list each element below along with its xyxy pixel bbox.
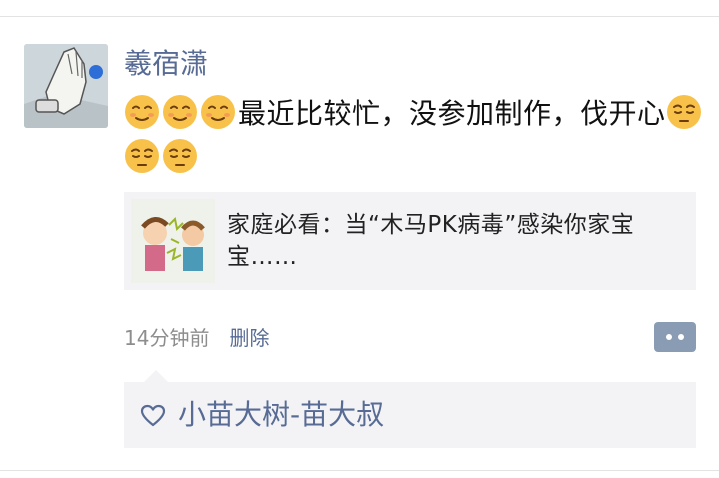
post-meta: 14分钟前 删除 — [124, 322, 269, 354]
shared-link-thumbnail — [131, 199, 215, 283]
bottom-divider — [0, 470, 719, 471]
comment-like-menu-button[interactable] — [654, 322, 696, 352]
pensive-face-icon — [666, 95, 701, 129]
shared-link-card[interactable]: 家庭必看：当“木马PK病毒”感染你家宝宝…… — [124, 192, 696, 290]
likes-box: 小苗大树-苗大叔 — [124, 382, 696, 448]
heart-icon — [140, 404, 166, 427]
post-timestamp: 14分钟前 — [124, 326, 210, 350]
avatar[interactable] — [24, 44, 108, 128]
top-divider — [0, 16, 719, 17]
post-body-text: 最近比较忙，没参加制作，伐开心 — [238, 97, 666, 130]
slightly-smiling-face-icon — [201, 95, 235, 129]
pensive-face-icon — [163, 139, 197, 173]
likes-box-arrow — [144, 370, 168, 382]
delete-button[interactable]: 删除 — [229, 326, 269, 350]
slightly-smiling-face-icon — [163, 95, 197, 129]
more-dots-icon — [678, 334, 684, 340]
like-user-name[interactable]: 小苗大树-苗大叔 — [178, 396, 384, 434]
shared-link-title: 家庭必看：当“木马PK病毒”感染你家宝宝…… — [227, 212, 635, 270]
pensive-face-icon — [125, 139, 159, 173]
post-text: 最近比较忙，没参加制作，伐开心 — [124, 92, 704, 180]
slightly-smiling-face-icon — [125, 95, 159, 129]
more-dots-icon — [666, 334, 672, 340]
author-name[interactable]: 羲宿潇 — [124, 46, 208, 82]
